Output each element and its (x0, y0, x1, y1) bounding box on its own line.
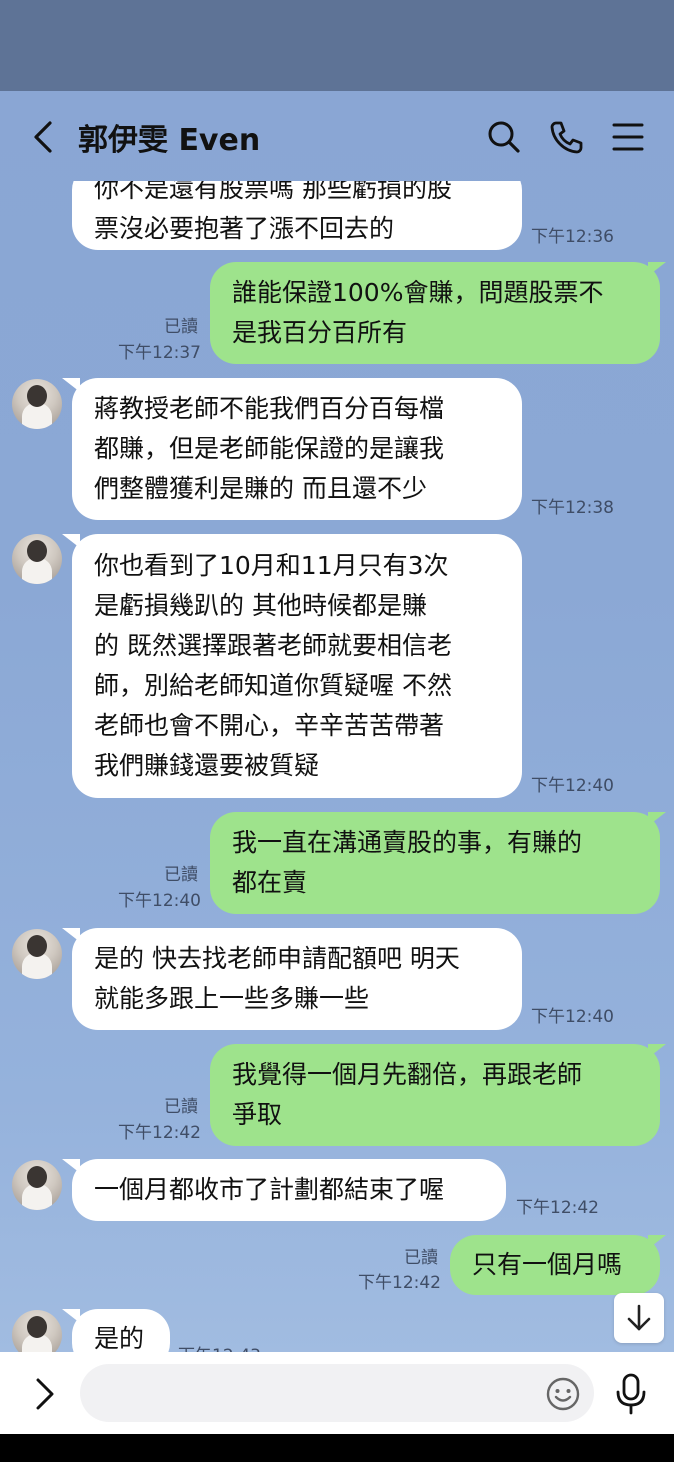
microphone-icon (616, 1373, 646, 1415)
message-time: 下午12:42 (516, 1198, 599, 1218)
message-line: 一個月都收市了計劃都結束了喔 (94, 1175, 445, 1204)
message-time: 下午12:42 (118, 1123, 201, 1143)
incoming-message[interactable]: 你也看到了10月和11月只有3次 是虧損幾趴的 其他時候都是賺 的 既然選擇跟著… (72, 534, 522, 798)
message-line: 你也看到了10月和11月只有3次 (94, 551, 449, 580)
incoming-message[interactable]: 一個月都收市了計劃都結束了喔 (72, 1159, 506, 1221)
arrow-down-icon (627, 1304, 651, 1331)
message-line: 我覺得一個月先翻倍，再跟老師 (232, 1060, 583, 1089)
message-time: 下午12:38 (531, 498, 614, 518)
message-line: 是我百分百所有 (232, 318, 408, 347)
avatar[interactable] (12, 929, 62, 979)
message-time: 下午12:40 (118, 891, 201, 911)
back-button[interactable] (26, 117, 62, 157)
message-line: 只有一個月嗎 (472, 1250, 623, 1279)
message-line: 誰能保證100%會賺，問題股票不 (232, 278, 604, 307)
message-line: 我們賺錢還要被質疑 (94, 751, 320, 780)
message-line: 都在賣 (232, 868, 308, 897)
microphone-button[interactable] (613, 1372, 649, 1416)
message-time: 下午12:43 (178, 1341, 261, 1352)
expand-button[interactable] (26, 1374, 62, 1414)
bubble-tail (648, 262, 666, 276)
bubble-tail (648, 1235, 666, 1249)
message-line: 我一直在溝通賣股的事，有賺的 (232, 828, 583, 857)
system-navigation-bar (0, 1434, 674, 1462)
message-line: 你不是還有股票嗎 那些虧損的股 (94, 181, 452, 203)
incoming-message[interactable]: 你不是還有股票嗎 那些虧損的股 票沒必要抱著了漲不回去的 (72, 181, 522, 250)
scroll-to-bottom-button[interactable] (614, 1293, 664, 1343)
message-time: 下午12:36 (531, 227, 614, 247)
read-receipt: 已讀 (164, 317, 198, 337)
message-line: 都賺，但是老師能保證的是讓我 (94, 434, 445, 463)
chat-area[interactable]: 你不是還有股票嗎 那些虧損的股 票沒必要抱著了漲不回去的 下午12:36 誰能保… (0, 181, 674, 1352)
outgoing-message[interactable]: 我一直在溝通賣股的事，有賺的 都在賣 (210, 812, 660, 914)
chat-header: 郭伊雯 Even (0, 91, 674, 181)
message-line: 是虧損幾趴的 其他時候都是賺 (94, 591, 427, 620)
message-time: 下午12:40 (531, 1007, 614, 1027)
message-input[interactable] (80, 1364, 594, 1422)
bubble-tail (648, 812, 666, 826)
bubble-tail (648, 1044, 666, 1058)
message-line: 是的 快去找老師申請配額吧 明天 (94, 944, 460, 973)
message-line: 的 既然選擇跟著老師就要相信老 (94, 631, 452, 660)
avatar[interactable] (12, 1160, 62, 1210)
message-line: 爭取 (232, 1100, 283, 1129)
message-time: 下午12:37 (118, 343, 201, 363)
search-button[interactable] (484, 117, 524, 157)
incoming-message[interactable]: 蔣教授老師不能我們百分百每檔 都賺，但是老師能保證的是讓我 們整體獲利是賺的 而… (72, 378, 522, 520)
call-button[interactable] (546, 117, 586, 157)
avatar[interactable] (12, 1310, 62, 1352)
phone-icon (550, 121, 583, 154)
message-time: 下午12:42 (358, 1273, 441, 1293)
message-line: 是的 (94, 1324, 145, 1352)
status-bar (0, 0, 674, 91)
search-icon (488, 121, 520, 153)
emoji-icon (546, 1377, 580, 1411)
read-receipt: 已讀 (164, 1097, 198, 1117)
incoming-message[interactable]: 是的 (72, 1309, 170, 1352)
message-line: 就能多跟上一些多賺一些 (94, 984, 370, 1013)
avatar[interactable] (12, 534, 62, 584)
outgoing-message[interactable]: 只有一個月嗎 (450, 1235, 660, 1295)
message-line: 老師也會不開心，辛辛苦苦帶著 (94, 711, 445, 740)
chevron-left-icon (34, 121, 52, 153)
message-line: 票沒必要抱著了漲不回去的 (94, 214, 395, 243)
chevron-right-icon (36, 1378, 54, 1410)
emoji-button[interactable] (545, 1376, 581, 1412)
message-line: 們整體獲利是賺的 而且還不少 (94, 474, 427, 503)
incoming-message[interactable]: 是的 快去找老師申請配額吧 明天 就能多跟上一些多賺一些 (72, 928, 522, 1030)
outgoing-message[interactable]: 誰能保證100%會賺，問題股票不 是我百分百所有 (210, 262, 660, 364)
menu-button[interactable] (608, 119, 648, 155)
input-bar (0, 1352, 674, 1434)
chat-title: 郭伊雯 Even (78, 123, 261, 158)
avatar[interactable] (12, 379, 62, 429)
message-line: 蔣教授老師不能我們百分百每檔 (94, 394, 445, 423)
read-receipt: 已讀 (404, 1248, 438, 1268)
read-receipt: 已讀 (164, 865, 198, 885)
outgoing-message[interactable]: 我覺得一個月先翻倍，再跟老師 爭取 (210, 1044, 660, 1146)
message-time: 下午12:40 (531, 776, 614, 796)
menu-icon (612, 123, 644, 151)
message-line: 師，別給老師知道你質疑喔 不然 (94, 671, 452, 700)
